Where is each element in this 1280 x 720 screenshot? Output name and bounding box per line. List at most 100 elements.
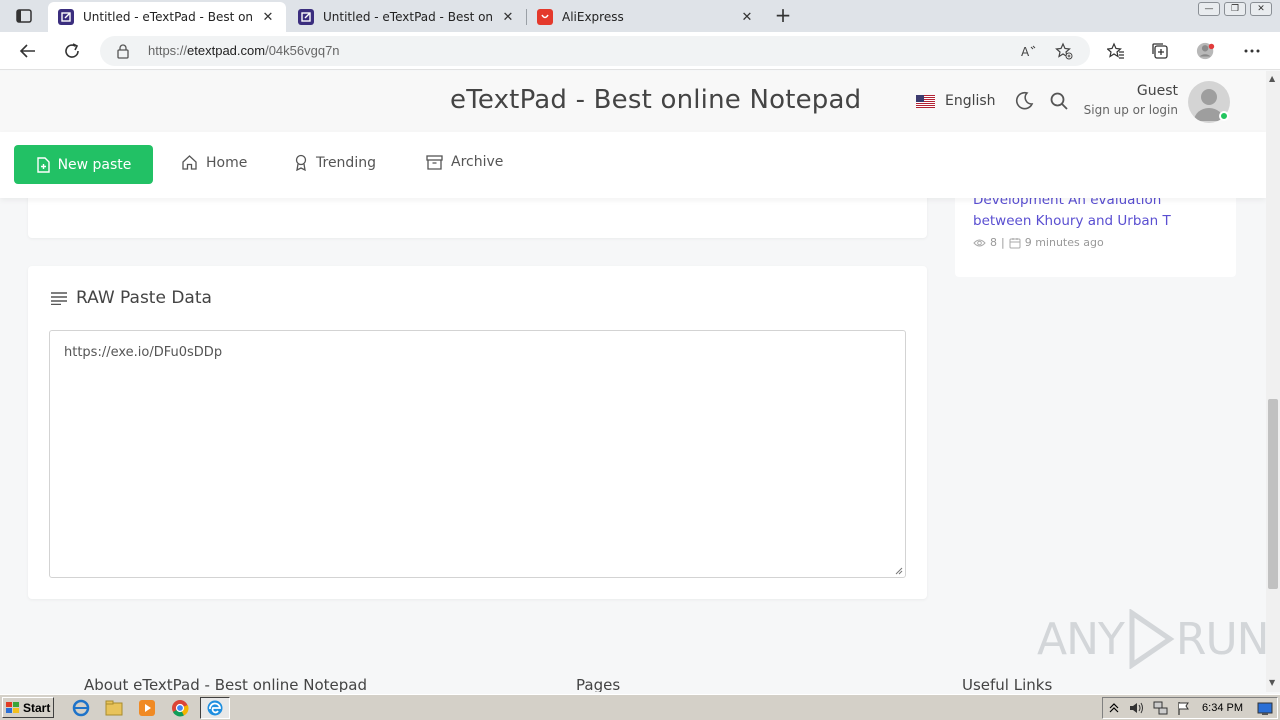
start-button[interactable]: Start: [2, 697, 54, 718]
watermark-text-right: RUN: [1175, 613, 1266, 665]
add-favorite-icon[interactable]: [1055, 42, 1073, 60]
back-arrow-icon: [19, 44, 35, 58]
volume-icon[interactable]: [1129, 701, 1145, 715]
nav-trending[interactable]: Trending: [294, 154, 376, 171]
etextpad-favicon-icon: [298, 9, 314, 25]
tab-close-icon[interactable]: ✕: [260, 10, 276, 25]
close-window-icon[interactable]: ✕: [1250, 2, 1272, 16]
us-flag-icon[interactable]: [916, 95, 935, 108]
tab-close-icon[interactable]: ✕: [739, 10, 755, 25]
eye-icon: [973, 239, 986, 246]
dark-mode-moon-icon[interactable]: [1014, 91, 1034, 111]
new-file-icon: [36, 156, 50, 173]
tab-close-icon[interactable]: ✕: [500, 10, 516, 25]
new-tab-button[interactable]: +: [772, 5, 794, 27]
more-options-icon[interactable]: [1242, 41, 1262, 61]
play-triangle-icon: [1129, 609, 1175, 669]
online-status-dot: [1219, 111, 1229, 121]
profile-icon[interactable]: [1196, 41, 1216, 61]
url-path: /04k56vgq7n: [265, 43, 340, 58]
home-icon: [182, 155, 197, 170]
address-bar[interactable]: https://etextpad.com/04k56vgq7n A: [100, 36, 1090, 66]
raw-paste-textarea[interactable]: https://exe.io/DFu0sDDp: [49, 330, 906, 578]
media-player-icon[interactable]: [138, 699, 156, 717]
nav-archive-label: Archive: [451, 154, 504, 170]
back-button[interactable]: [17, 40, 39, 62]
tab-aliexpress[interactable]: AliExpress ✕: [527, 2, 765, 32]
language-selector[interactable]: English: [945, 93, 996, 109]
page-scrollbar[interactable]: ▲ ▼: [1266, 71, 1280, 692]
trending-item-meta: 8 | 9 minutes ago: [973, 236, 1104, 249]
url-scheme: https://: [148, 43, 188, 58]
footer-about-heading: About eTextPad - Best online Notepad: [84, 676, 367, 692]
time-ago: 9 minutes ago: [1024, 236, 1104, 249]
award-ribbon-icon: [295, 154, 307, 171]
tray-expand-icon[interactable]: [1109, 702, 1119, 714]
nav-trending-label: Trending: [316, 154, 376, 171]
watermark-text-left: ANY: [1037, 613, 1125, 665]
nav-archive[interactable]: Archive: [426, 154, 503, 170]
restore-icon[interactable]: ❐: [1224, 2, 1246, 16]
archive-box-icon: [426, 154, 443, 170]
url-text[interactable]: https://etextpad.com/04k56vgq7n: [148, 43, 340, 58]
footer-pages-heading: Pages: [576, 676, 621, 692]
site-header: eTextPad - Best online Notepad English G…: [0, 71, 1266, 132]
view-count: 8: [990, 236, 997, 249]
minimize-icon[interactable]: —: [1198, 2, 1220, 16]
resize-grip-icon[interactable]: [893, 565, 903, 575]
windows-taskbar: Start 6:34 PM: [0, 694, 1280, 720]
signup-login-link[interactable]: Sign up or login: [1084, 103, 1178, 117]
refresh-button[interactable]: [61, 40, 83, 62]
nav-home[interactable]: Home: [181, 154, 247, 171]
scroll-up-arrow-icon[interactable]: ▲: [1269, 74, 1275, 83]
lock-icon: [117, 44, 129, 59]
raw-paste-heading: RAW Paste Data: [50, 288, 212, 308]
etextpad-favicon-icon: [58, 9, 74, 25]
site-title[interactable]: eTextPad - Best online Notepad: [450, 85, 861, 115]
flag-notification-icon[interactable]: [1177, 701, 1191, 716]
raw-paste-title: RAW Paste Data: [76, 288, 212, 308]
footer-links-heading: Useful Links: [962, 676, 1053, 692]
tab-title: Untitled - eTextPad - Best online Notepa…: [83, 10, 254, 24]
aliexpress-favicon-icon: [537, 9, 553, 25]
raw-paste-card: RAW Paste Data https://exe.io/DFu0sDDp: [28, 266, 927, 599]
browser-toolbar: https://etextpad.com/04k56vgq7n A: [0, 32, 1280, 70]
tab-title: AliExpress: [562, 10, 624, 24]
browser-tab-bar: Untitled - eTextPad - Best online Notepa…: [0, 0, 1280, 32]
raw-paste-content: https://exe.io/DFu0sDDp: [64, 345, 223, 360]
page-viewport: eTextPad - Best online Notepad English G…: [0, 71, 1266, 692]
internet-explorer-icon[interactable]: [72, 699, 90, 717]
edge-icon: [207, 700, 223, 716]
user-name: Guest: [1136, 83, 1178, 99]
calendar-icon: [1009, 237, 1021, 248]
taskbar-edge-active[interactable]: [200, 697, 230, 719]
meta-separator: |: [1001, 236, 1005, 249]
windows-logo-icon: [6, 701, 19, 713]
read-aloud-icon[interactable]: A: [1020, 42, 1038, 60]
scroll-down-arrow-icon[interactable]: ▼: [1269, 678, 1275, 687]
network-icon[interactable]: [1153, 701, 1169, 716]
search-icon[interactable]: [1049, 91, 1069, 111]
anyrun-watermark: ANY RUN: [1037, 609, 1266, 669]
scrollbar-thumb[interactable]: [1268, 399, 1278, 589]
svg-text:A: A: [1021, 45, 1030, 58]
favorites-icon[interactable]: [1106, 41, 1126, 61]
start-label: Start: [23, 700, 51, 715]
chrome-icon[interactable]: [171, 699, 189, 717]
nav-home-label: Home: [206, 154, 248, 171]
tab-etextpad-1[interactable]: Untitled - eTextPad - Best online Notepa…: [48, 2, 286, 32]
system-tray: 6:34 PM: [1102, 697, 1278, 719]
text-lines-icon: [51, 292, 67, 305]
tab-title: Untitled - eTextPad - Best online Notepa…: [323, 10, 494, 24]
window-controls: — ❐ ✕: [1198, 2, 1272, 16]
new-paste-label: New paste: [57, 156, 132, 173]
new-paste-button[interactable]: New paste: [14, 145, 153, 184]
main-navbar: New paste Home Trending Archive: [0, 132, 1266, 198]
tab-actions-icon[interactable]: [10, 6, 38, 26]
show-desktop-icon[interactable]: [1257, 701, 1273, 716]
tab-etextpad-2[interactable]: Untitled - eTextPad - Best online Notepa…: [288, 2, 526, 32]
collections-icon[interactable]: [1150, 41, 1170, 61]
taskbar-clock[interactable]: 6:34 PM: [1202, 702, 1243, 714]
refresh-icon: [65, 43, 79, 58]
file-explorer-icon[interactable]: [105, 699, 123, 717]
